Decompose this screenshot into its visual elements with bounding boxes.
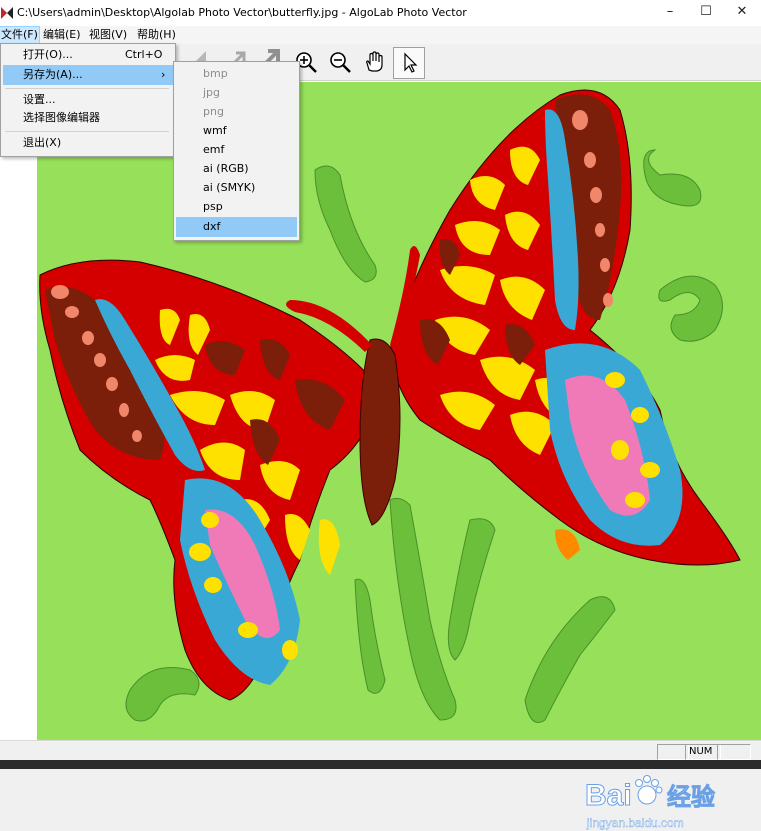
- hand-icon: [366, 51, 383, 72]
- menu-exit-label: 退出(X): [23, 136, 62, 149]
- menu-settings-label: 设置...: [23, 93, 56, 106]
- baidu-watermark: Bai 经验 jingyan.baidu.com: [585, 775, 715, 830]
- format-jpg-label: jpg: [203, 86, 221, 99]
- paw-icon: [635, 775, 663, 805]
- menu-choose-editor-label: 选择图像编辑器: [23, 111, 100, 124]
- watermark-brand2: 经验: [667, 783, 715, 811]
- format-ai-smyk[interactable]: ai (SMYK): [176, 178, 297, 198]
- minimize-button[interactable]: –: [652, 0, 688, 26]
- menu-file[interactable]: 文件(F): [0, 26, 40, 44]
- app-icon: [1, 7, 13, 19]
- format-dxf-label: dxf: [203, 220, 221, 233]
- format-ai-rgb[interactable]: ai (RGB): [176, 159, 297, 179]
- menu-help[interactable]: 帮助(H): [136, 27, 177, 43]
- pointer-icon: [404, 52, 418, 73]
- menu-settings[interactable]: 设置...: [3, 90, 173, 110]
- menu-choose-editor[interactable]: 选择图像编辑器: [3, 108, 173, 128]
- menu-open-label: 打开(O)...: [23, 48, 73, 61]
- window-title: C:\Users\admin\Desktop\Algolab Photo Vec…: [17, 6, 467, 19]
- menu-edit[interactable]: 编辑(E): [42, 27, 82, 43]
- pointer-button[interactable]: [393, 47, 425, 79]
- format-emf[interactable]: emf: [176, 140, 297, 160]
- menu-open[interactable]: 打开(O)... Ctrl+O: [3, 45, 173, 65]
- num-lock-indicator: NUM: [685, 744, 721, 760]
- maximize-button[interactable]: ☐: [688, 0, 724, 26]
- format-wmf-label: wmf: [203, 124, 227, 137]
- close-button[interactable]: ✕: [724, 0, 760, 26]
- chevron-right-icon: ›: [161, 68, 166, 81]
- hand-button[interactable]: [359, 47, 389, 77]
- watermark-brand: Bai: [585, 779, 632, 812]
- menu-open-shortcut: Ctrl+O: [125, 48, 163, 61]
- format-png[interactable]: png: [176, 102, 297, 122]
- format-ai-rgb-label: ai (RGB): [203, 162, 249, 175]
- format-dxf[interactable]: dxf: [176, 217, 297, 237]
- file-menu-dropdown: 打开(O)... Ctrl+O 另存为(A)... › 设置... 选择图像编辑…: [0, 43, 176, 157]
- zoom-out-button[interactable]: [325, 47, 355, 77]
- menu-bar: 文件(F) 编辑(E) 视图(V) 帮助(H): [0, 26, 761, 44]
- format-emf-label: emf: [203, 143, 225, 156]
- format-psp[interactable]: psp: [176, 197, 297, 217]
- title-bar: C:\Users\admin\Desktop\Algolab Photo Vec…: [0, 0, 761, 26]
- format-wmf[interactable]: wmf: [176, 121, 297, 141]
- menu-save-as[interactable]: 另存为(A)... ›: [3, 65, 173, 85]
- format-bmp[interactable]: bmp: [176, 64, 297, 84]
- format-png-label: png: [203, 105, 224, 118]
- watermark-url: jingyan.baidu.com: [586, 816, 684, 830]
- zoom-out-icon: [330, 52, 351, 73]
- menu-separator: [5, 88, 169, 89]
- canvas-area: Bai 经验 jingyan.baidu.com: [0, 81, 761, 830]
- menu-view[interactable]: 视图(V): [88, 27, 128, 43]
- butterfly-image[interactable]: [37, 82, 761, 740]
- format-bmp-label: bmp: [203, 67, 228, 80]
- format-psp-label: psp: [203, 200, 223, 213]
- menu-separator: [5, 131, 169, 132]
- status-panel-empty: [717, 744, 751, 760]
- menu-exit[interactable]: 退出(X): [3, 133, 173, 153]
- format-jpg[interactable]: jpg: [176, 83, 297, 103]
- format-ai-smyk-label: ai (SMYK): [203, 181, 256, 194]
- menu-save-as-label: 另存为(A)...: [23, 68, 83, 81]
- taskbar-strip: [0, 760, 761, 769]
- save-as-submenu: bmp jpg png wmf emf ai (RGB) ai (SMYK) p…: [173, 61, 300, 241]
